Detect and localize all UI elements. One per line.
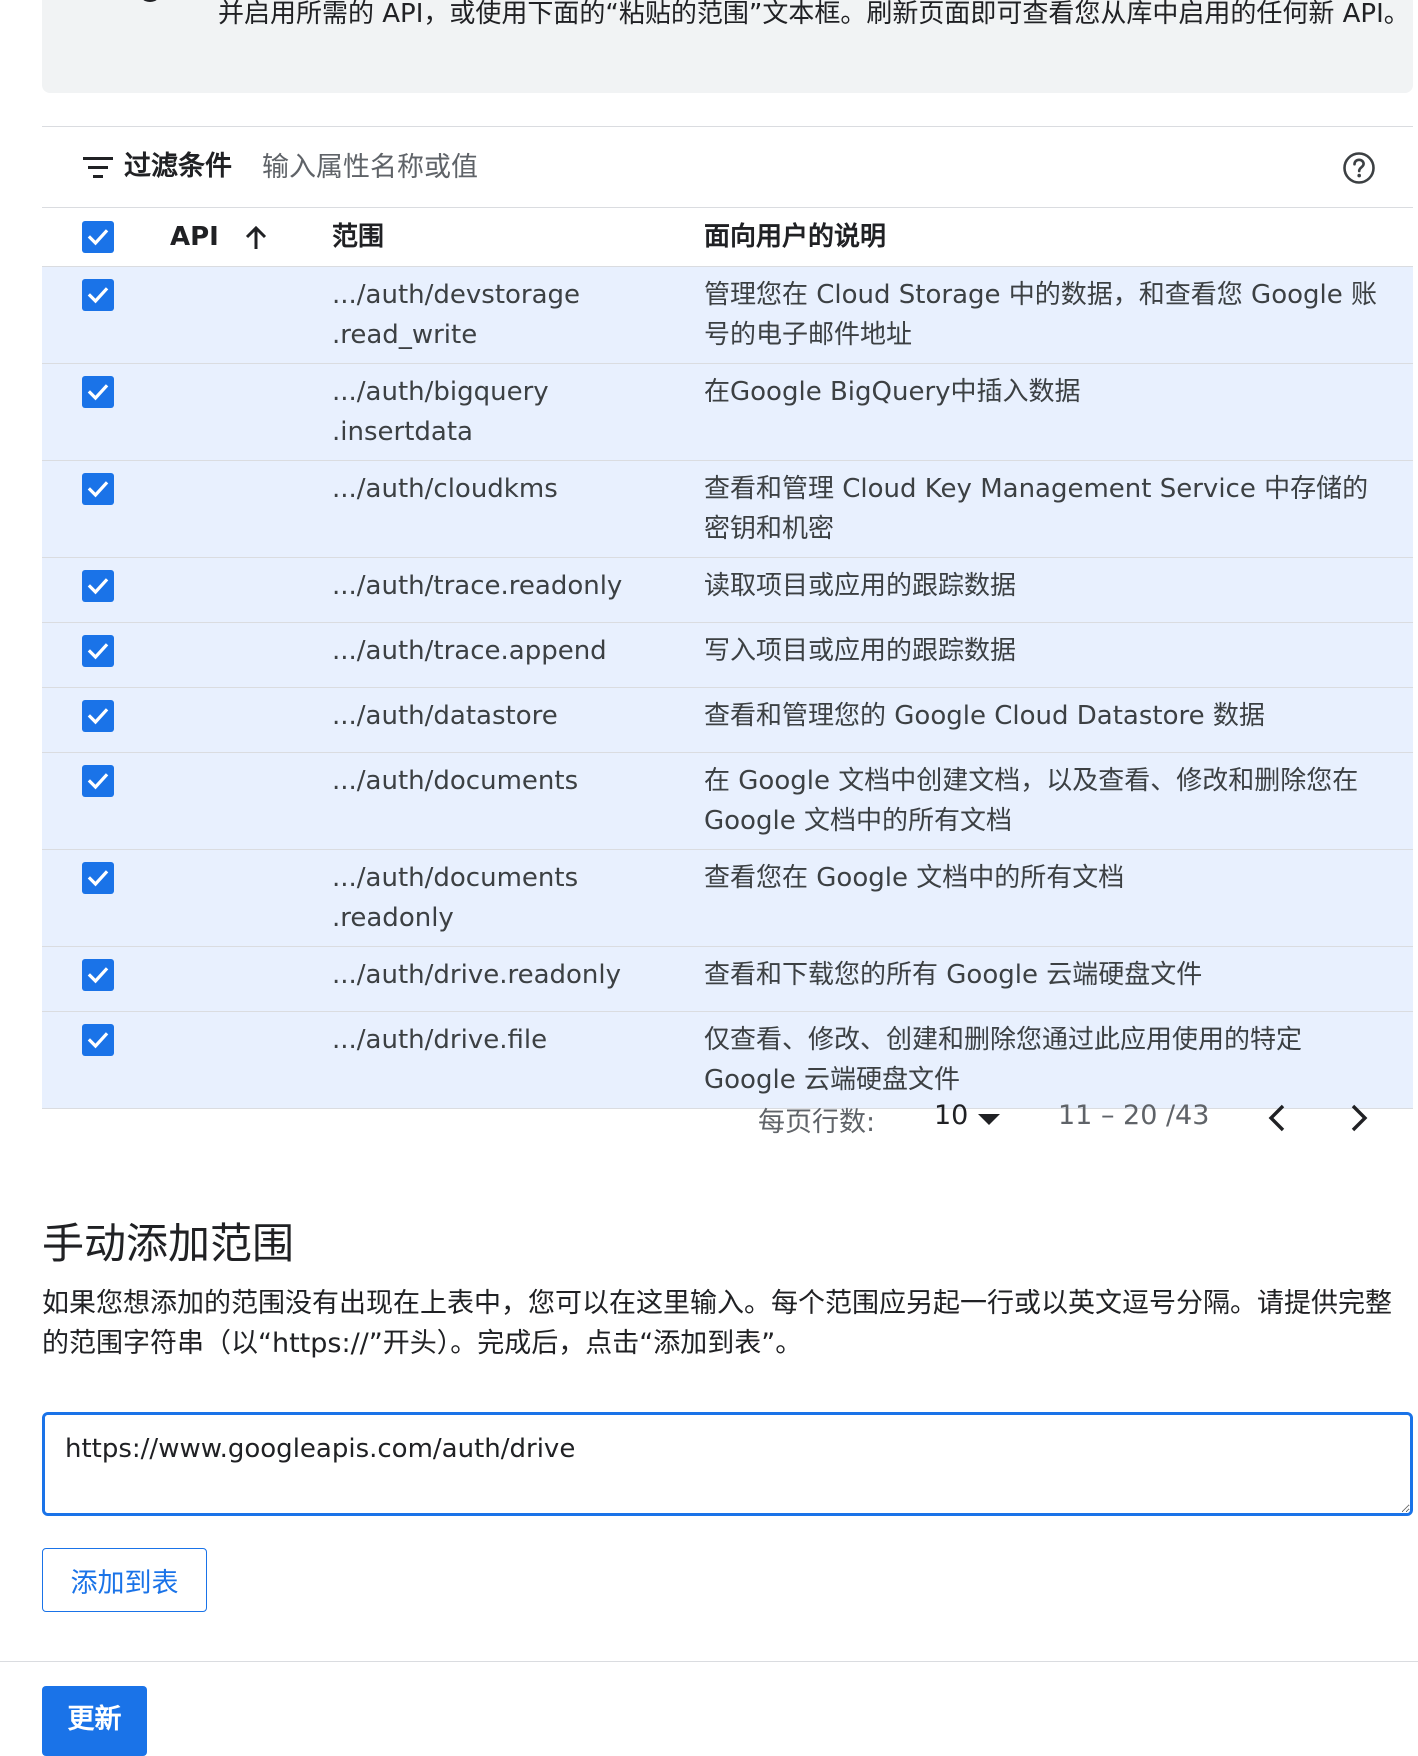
column-header-description: 面向用户的说明 [704, 208, 1413, 267]
row-checkbox[interactable] [82, 375, 114, 408]
row-checkbox[interactable] [82, 1023, 114, 1056]
check-icon [87, 869, 109, 886]
row-description: 查看您在 Google 文档中的所有文档 [704, 849, 1413, 947]
table-row[interactable]: .../auth/trace.append 写入项目或应用的跟踪数据 [42, 622, 1413, 688]
page-range: 11 – 20 /43 [1058, 1100, 1210, 1131]
table-row[interactable]: .../auth/bigquery .insertdata 在Google Big… [42, 363, 1413, 461]
divider [0, 1661, 1418, 1662]
row-checkbox-cell [42, 622, 170, 688]
row-scope: .../auth/bigquery .insertdata [332, 363, 704, 461]
row-checkbox[interactable] [82, 861, 114, 894]
row-checkbox[interactable] [82, 958, 114, 991]
row-description: 在 Google 文档中创建文档，以及查看、修改和删除您在 Google 文档中… [704, 752, 1413, 850]
row-api [170, 557, 332, 623]
chevron-right-icon[interactable] [1342, 1102, 1374, 1134]
column-header-scope: 范围 [332, 208, 704, 267]
row-api [170, 363, 332, 461]
row-checkbox[interactable] [82, 699, 114, 732]
table-row[interactable]: .../auth/devstorage .read_write 管理您在 Clou… [42, 266, 1413, 364]
table-row[interactable]: .../auth/documents 在 Google 文档中创建文档，以及查看、… [42, 752, 1413, 850]
check-icon [87, 772, 109, 789]
row-checkbox[interactable] [82, 764, 114, 797]
rows-per-page-label: 每页行数: [758, 1107, 876, 1138]
row-checkbox-cell [42, 946, 170, 1012]
row-api [170, 849, 332, 947]
check-icon [87, 383, 109, 400]
add-to-table-button[interactable]: 添加到表 [42, 1548, 207, 1612]
check-icon [87, 966, 109, 983]
row-checkbox[interactable] [82, 569, 114, 602]
check-icon [87, 577, 109, 594]
check-icon [87, 1031, 109, 1048]
manual-scopes-description: 如果您想添加的范围没有出现在上表中，您可以在这里输入。每个范围应另起一行或以英文… [42, 1288, 1392, 1359]
row-scope: .../auth/devstorage .read_write [332, 266, 704, 364]
row-api [170, 266, 332, 364]
row-description: 查看和管理 Cloud Key Management Service 中存储的密… [704, 460, 1413, 558]
row-api [170, 752, 332, 850]
row-checkbox[interactable] [82, 472, 114, 505]
row-description: 查看和下载您的所有 Google 云端硬盘文件 [704, 946, 1413, 1012]
row-checkbox-cell [42, 557, 170, 623]
row-description: 读取项目或应用的跟踪数据 [704, 557, 1413, 623]
row-scope: .../auth/datastore [332, 687, 704, 753]
info-icon [138, 0, 162, 2]
row-checkbox-cell [42, 363, 170, 461]
row-scope: .../auth/trace.readonly [332, 557, 704, 623]
select-all-checkbox[interactable] [82, 221, 114, 253]
row-description: 写入项目或应用的跟踪数据 [704, 622, 1413, 688]
table-row[interactable]: .../auth/documents .readonly 查看您在 Google … [42, 849, 1413, 947]
info-text: 并启用所需的 API，或使用下面的“粘贴的范围”文本框。刷新页面即可查看您从库中… [218, 0, 1410, 29]
table-row[interactable]: .../auth/cloudkms 查看和管理 Cloud Key Managem… [42, 460, 1413, 558]
row-api [170, 622, 332, 688]
table-row[interactable]: .../auth/trace.readonly 读取项目或应用的跟踪数据 [42, 557, 1413, 623]
row-checkbox-cell [42, 849, 170, 947]
column-header-api-label: API [170, 222, 219, 252]
table-row[interactable]: .../auth/datastore 查看和管理您的 Google Cloud D… [42, 687, 1413, 753]
row-description: 在Google BigQuery中插入数据 [704, 363, 1413, 461]
filter-input[interactable] [262, 145, 1162, 189]
check-icon [87, 286, 109, 303]
select-all-cell [42, 208, 170, 267]
row-scope: .../auth/documents [332, 752, 704, 850]
row-description: 查看和管理您的 Google Cloud Datastore 数据 [704, 687, 1413, 753]
sort-arrow-up-icon[interactable] [244, 225, 268, 251]
manual-scopes-title: 手动添加范围 [42, 1219, 295, 1268]
pagination: 每页行数: 10 11 – 20 /43 [42, 1090, 1413, 1146]
row-api [170, 946, 332, 1012]
chevron-left-icon[interactable] [1262, 1102, 1294, 1134]
row-checkbox-cell [42, 460, 170, 558]
row-scope: .../auth/trace.append [332, 622, 704, 688]
row-checkbox[interactable] [82, 278, 114, 311]
table-header-row: API 范围 面向用户的说明 [42, 208, 1413, 267]
row-checkbox-cell [42, 266, 170, 364]
row-checkbox-cell [42, 752, 170, 850]
check-icon [87, 707, 109, 724]
row-checkbox[interactable] [82, 634, 114, 667]
row-scope: .../auth/cloudkms [332, 460, 704, 558]
table-row[interactable]: .../auth/drive.readonly 查看和下载您的所有 Google … [42, 946, 1413, 1012]
info-banner: 并启用所需的 API，或使用下面的“粘贴的范围”文本框。刷新页面即可查看您从库中… [42, 0, 1413, 93]
row-api [170, 687, 332, 753]
row-scope: .../auth/documents .readonly [332, 849, 704, 947]
update-button[interactable]: 更新 [42, 1686, 147, 1756]
column-header-api[interactable]: API [170, 208, 332, 267]
row-checkbox-cell [42, 687, 170, 753]
caret-down-icon[interactable] [978, 1114, 1000, 1126]
check-icon [87, 229, 109, 246]
check-icon [87, 480, 109, 497]
filter-label: 过滤条件 [124, 151, 232, 182]
scopes-table: API 范围 面向用户的说明 .../auth/devstorage .read… [42, 208, 1413, 1109]
filter-bar: 过滤条件 [42, 126, 1413, 208]
row-scope: .../auth/drive.readonly [332, 946, 704, 1012]
help-icon[interactable] [1342, 151, 1376, 185]
row-api [170, 460, 332, 558]
manual-scopes-textarea[interactable] [42, 1412, 1413, 1516]
row-description: 管理您在 Cloud Storage 中的数据，和查看您 Google 账号的电… [704, 266, 1413, 364]
rows-per-page-select[interactable]: 10 [934, 1100, 968, 1131]
filter-icon[interactable] [83, 157, 113, 179]
check-icon [87, 642, 109, 659]
